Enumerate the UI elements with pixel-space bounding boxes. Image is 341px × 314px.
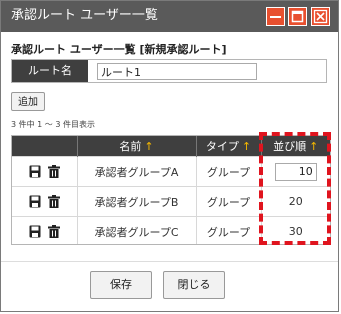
row-actions xyxy=(12,186,78,217)
type-header[interactable]: タイプ ↑ xyxy=(196,136,262,157)
route-name-input[interactable] xyxy=(97,63,257,80)
minimize-button[interactable] xyxy=(266,7,285,26)
close-button[interactable] xyxy=(311,7,330,26)
row-type: グループ xyxy=(196,186,262,217)
page-heading: 承認ルート ユーザー一覧 [新規承認ルート] xyxy=(11,43,227,56)
row-name: 承認者グループB xyxy=(77,186,197,217)
title-bar[interactable]: 承認ルート ユーザー一覧 xyxy=(1,1,338,32)
trash-icon[interactable] xyxy=(47,195,60,208)
add-button[interactable]: 追加 xyxy=(11,92,45,111)
floppy-disk-icon[interactable] xyxy=(29,165,41,178)
row-actions xyxy=(12,216,78,244)
record-count: 3 件中 1 ～ 3 件目表示 xyxy=(11,120,95,129)
floppy-disk-icon[interactable] xyxy=(29,195,41,208)
close-icon xyxy=(313,9,328,24)
order-column-highlight xyxy=(259,132,331,245)
trash-icon[interactable] xyxy=(47,225,60,238)
sort-arrow-icon: ↑ xyxy=(241,140,252,153)
minimize-icon xyxy=(270,16,281,18)
save-button[interactable]: 保存 xyxy=(90,271,152,299)
trash-icon[interactable] xyxy=(47,165,60,178)
floppy-disk-icon[interactable] xyxy=(29,225,41,238)
window-title: 承認ルート ユーザー一覧 xyxy=(11,8,158,23)
type-header-label: タイプ xyxy=(205,140,239,153)
row-name: 承認者グループC xyxy=(77,216,197,244)
route-name-label: ルート名 xyxy=(12,60,88,82)
sort-arrow-icon: ↑ xyxy=(144,140,154,153)
name-header-label: 名前 xyxy=(119,140,142,153)
row-actions xyxy=(12,156,78,187)
dialog-window: 承認ルート ユーザー一覧 承認ルート ユーザー一覧 [新規承認ルート] ルート名… xyxy=(0,0,339,312)
row-type: グループ xyxy=(196,216,262,244)
route-name-row: ルート名 xyxy=(11,59,327,83)
maximize-button[interactable] xyxy=(288,7,307,26)
row-type: グループ xyxy=(196,156,262,187)
close-dialog-button[interactable]: 閉じる xyxy=(163,271,225,299)
actions-header xyxy=(12,136,78,157)
maximize-icon xyxy=(291,10,304,23)
name-header[interactable]: 名前 ↑ xyxy=(77,136,197,157)
row-name: 承認者グループA xyxy=(77,156,197,187)
